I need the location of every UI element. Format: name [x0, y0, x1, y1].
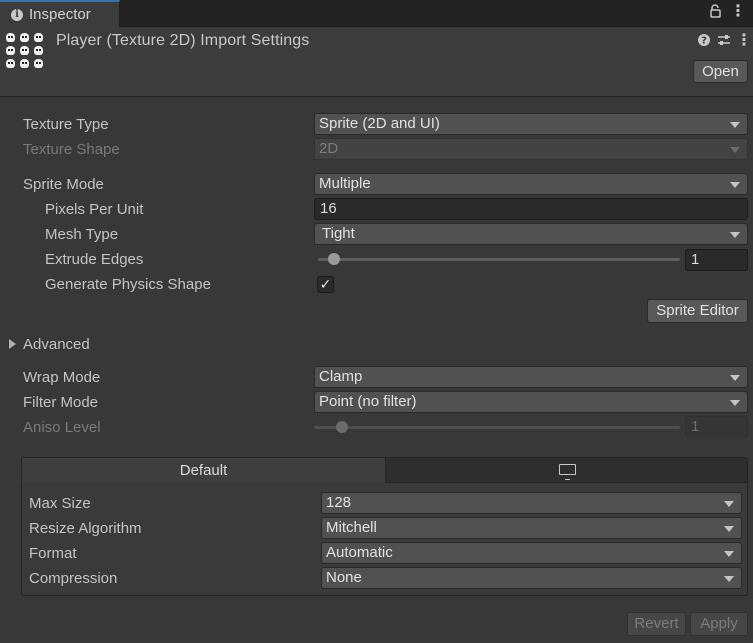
- mesh-type-label: Mesh Type: [45, 226, 119, 243]
- texture-shape-label: Texture Shape: [23, 141, 120, 158]
- chevron-down-icon: [730, 182, 740, 188]
- chevron-down-icon: [724, 551, 734, 557]
- max-size-label: Max Size: [29, 495, 91, 512]
- foldout-arrow-icon[interactable]: [9, 339, 16, 349]
- generate-physics-shape-label: Generate Physics Shape: [45, 276, 211, 293]
- pixels-per-unit-field[interactable]: 16: [314, 198, 748, 220]
- resize-algorithm-dropdown[interactable]: Mitchell: [321, 517, 742, 539]
- format-dropdown[interactable]: Automatic: [321, 542, 742, 564]
- compression-value: None: [326, 569, 362, 586]
- format-label: Format: [29, 545, 77, 562]
- texture-shape-value: 2D: [319, 140, 339, 157]
- sprite-mode-dropdown[interactable]: Multiple: [314, 173, 748, 195]
- lock-icon[interactable]: [707, 4, 723, 20]
- preset-icon[interactable]: [716, 33, 732, 49]
- filter-mode-dropdown[interactable]: Point (no filter): [314, 391, 748, 413]
- aniso-level-label: Aniso Level: [23, 419, 101, 436]
- max-size-dropdown[interactable]: 128: [321, 492, 742, 514]
- chevron-down-icon: [730, 147, 740, 153]
- kebab-menu-icon[interactable]: ⋮: [730, 4, 746, 20]
- tab-inspector[interactable]: i Inspector: [0, 0, 120, 27]
- extrude-edges-slider-handle[interactable]: [328, 253, 340, 265]
- open-button[interactable]: Open: [693, 60, 748, 83]
- tab-inspector-label: Inspector: [29, 6, 91, 23]
- advanced-foldout[interactable]: Advanced: [23, 336, 90, 353]
- apply-button: Apply: [690, 612, 748, 636]
- resize-algorithm-label: Resize Algorithm: [29, 520, 142, 537]
- kebab-menu-icon[interactable]: ⋮: [736, 33, 752, 49]
- header-title: Player (Texture 2D) Import Settings: [56, 32, 310, 49]
- monitor-icon: [559, 464, 576, 480]
- mesh-type-value: Tight: [322, 225, 355, 242]
- filter-mode-value: Point (no filter): [319, 393, 417, 410]
- generate-physics-shape-checkbox[interactable]: ✓: [317, 276, 334, 293]
- mesh-type-dropdown[interactable]: Tight: [314, 223, 748, 245]
- chevron-down-icon: [730, 375, 740, 381]
- max-size-value: 128: [326, 494, 352, 511]
- texture-type-label: Texture Type: [23, 116, 109, 133]
- chevron-down-icon: [730, 232, 740, 238]
- extrude-edges-label: Extrude Edges: [45, 251, 144, 268]
- texture-type-dropdown[interactable]: Sprite (2D and UI): [314, 113, 748, 135]
- format-value: Automatic: [326, 544, 393, 561]
- compression-dropdown[interactable]: None: [321, 567, 742, 589]
- extrude-edges-field[interactable]: 1: [685, 249, 748, 271]
- wrap-mode-label: Wrap Mode: [23, 369, 101, 386]
- texture-type-value: Sprite (2D and UI): [319, 115, 440, 132]
- aniso-level-slider-track: [314, 426, 680, 429]
- tab-default[interactable]: Default: [22, 458, 385, 483]
- chevron-down-icon: [730, 400, 740, 406]
- sprite-editor-button[interactable]: Sprite Editor: [647, 299, 748, 323]
- texture-shape-dropdown: 2D: [314, 138, 748, 160]
- wrap-mode-dropdown[interactable]: Clamp: [314, 366, 748, 388]
- revert-button: Revert: [627, 612, 686, 636]
- pixels-per-unit-label: Pixels Per Unit: [45, 201, 144, 218]
- chevron-down-icon: [724, 526, 734, 532]
- chevron-down-icon: [724, 501, 734, 507]
- svg-text:?: ?: [701, 36, 707, 47]
- compression-label: Compression: [29, 570, 118, 587]
- wrap-mode-value: Clamp: [319, 368, 363, 385]
- filter-mode-label: Filter Mode: [23, 394, 99, 411]
- extrude-edges-slider-track[interactable]: [318, 258, 680, 261]
- chevron-down-icon: [724, 576, 734, 582]
- aniso-level-field: 1: [685, 416, 748, 438]
- tab-standalone[interactable]: [385, 458, 747, 483]
- help-icon[interactable]: ?: [696, 33, 712, 49]
- info-icon: i: [11, 9, 23, 21]
- aniso-level-slider-handle: [336, 421, 348, 433]
- resize-algorithm-value: Mitchell: [326, 519, 377, 536]
- texture-thumbnail-icon: [6, 33, 48, 73]
- chevron-down-icon: [730, 122, 740, 128]
- sprite-mode-label: Sprite Mode: [23, 176, 104, 193]
- sprite-mode-value: Multiple: [319, 175, 371, 192]
